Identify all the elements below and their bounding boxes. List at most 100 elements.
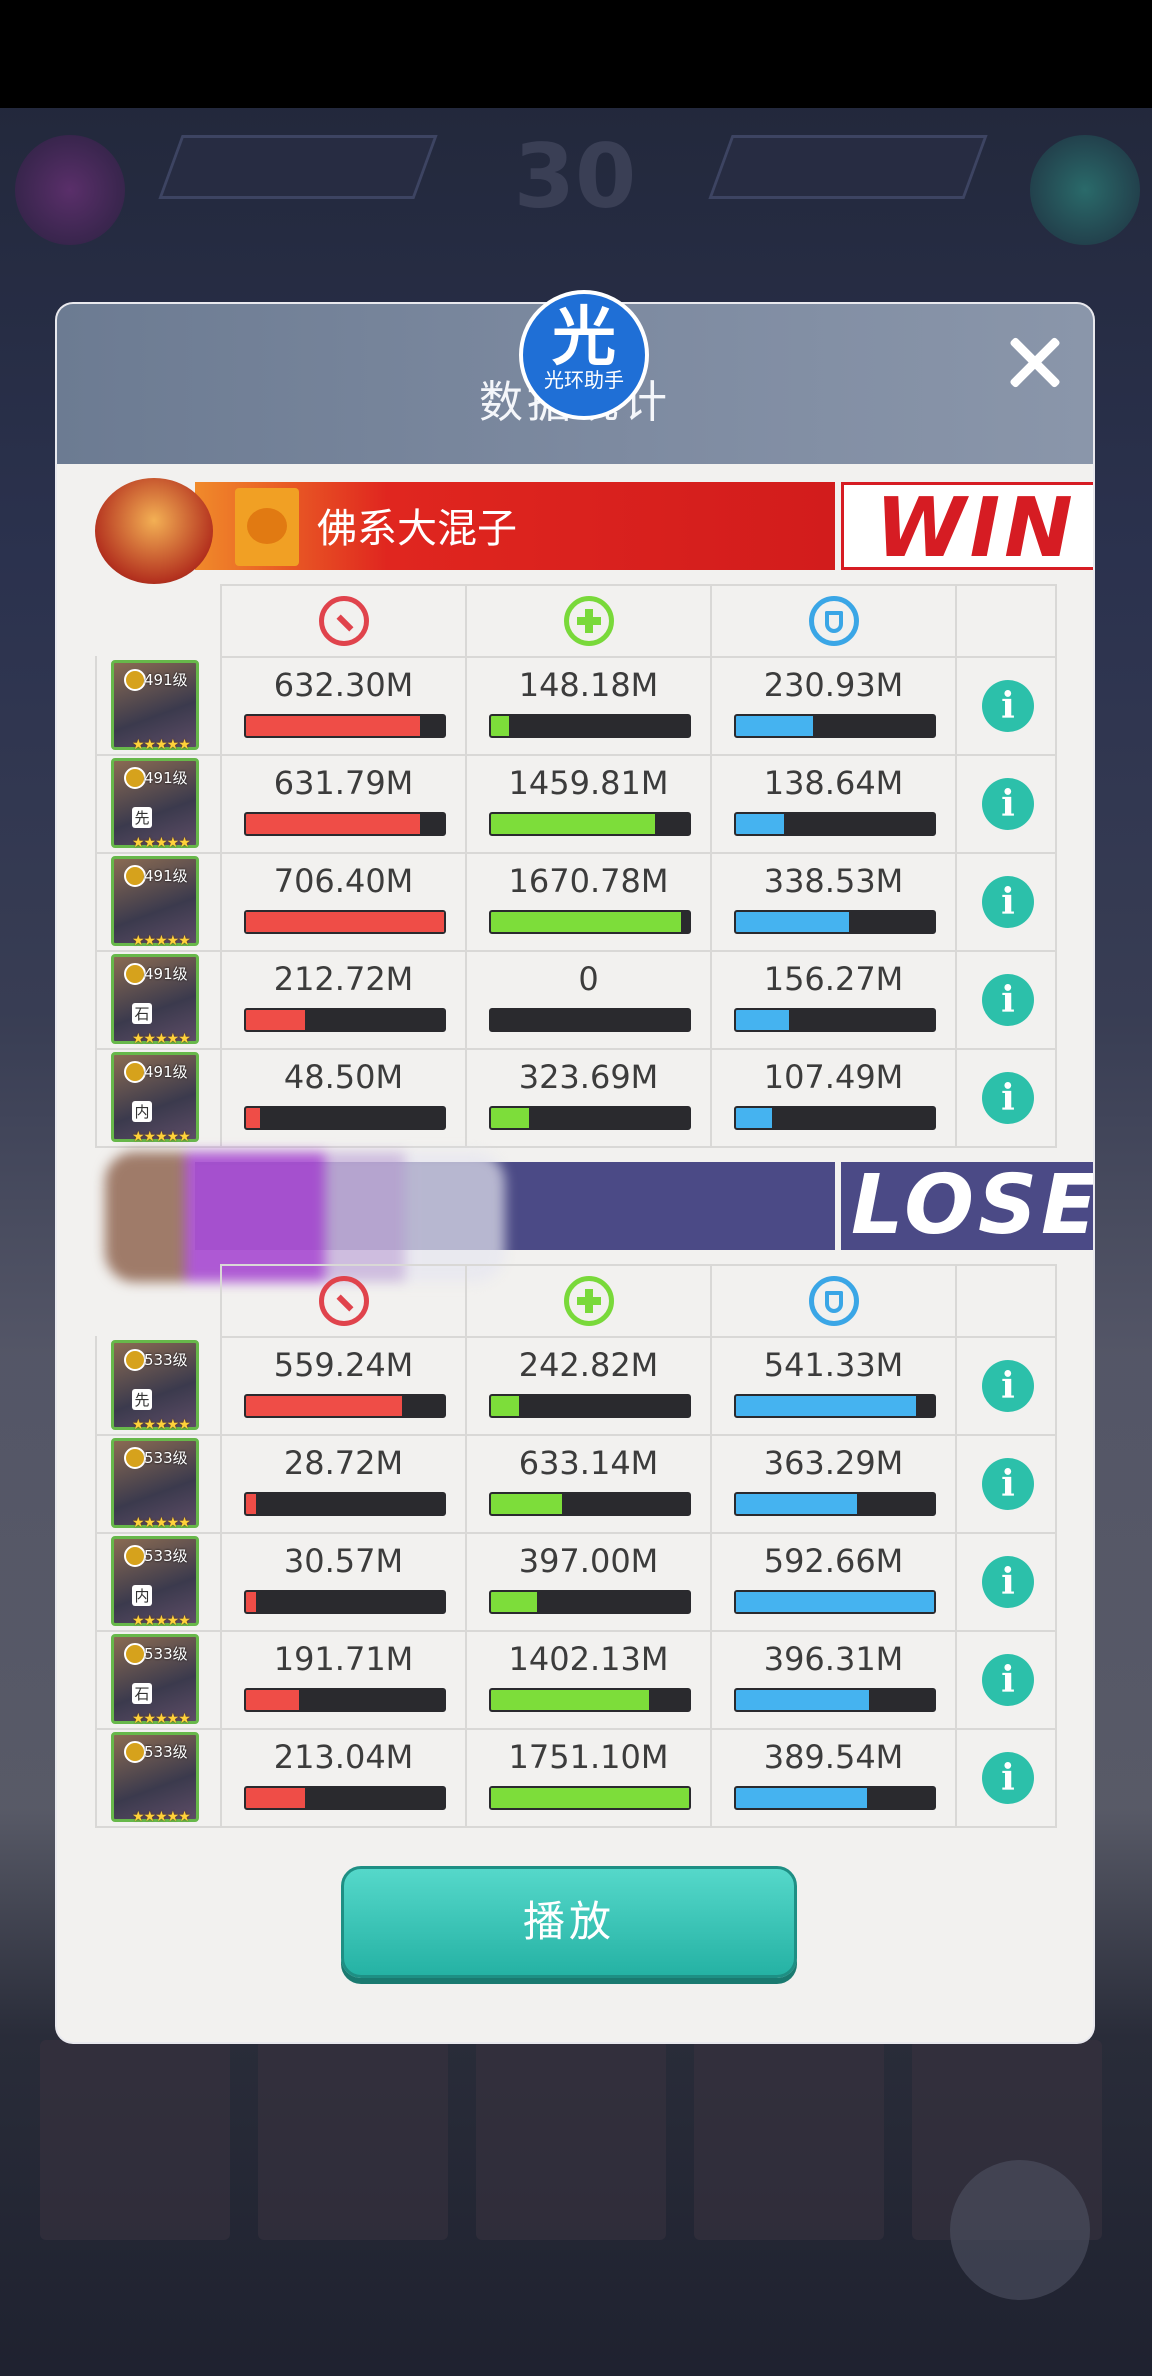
attack-bar-fill — [246, 1396, 403, 1416]
heal-value: 148.18M — [518, 666, 659, 704]
stats-header — [220, 584, 1057, 658]
hero-portrait[interactable]: 491级 石 ★★★★★ — [111, 954, 199, 1047]
info-cell: i — [955, 1728, 1057, 1826]
defense-value: 138.64M — [763, 764, 904, 802]
heal-bar-fill — [491, 1690, 650, 1710]
info-icon[interactable]: i — [982, 1752, 1034, 1804]
hero-level: 533级 — [144, 1645, 188, 1663]
info-cell: i — [955, 1532, 1057, 1630]
hero-class-icon — [124, 1741, 146, 1763]
attack-cell: 191.71M — [220, 1630, 465, 1728]
watermark-logo: 光 光环助手 — [519, 290, 649, 420]
hero-class-icon — [124, 1447, 146, 1469]
bg-stats-icon — [950, 2160, 1090, 2300]
bg-team-emblem-left — [15, 135, 125, 245]
heal-bar-fill — [491, 1108, 529, 1128]
hero-tag: 先 — [132, 807, 152, 828]
attack-value: 212.72M — [273, 960, 414, 998]
hero-level: 533级 — [144, 1449, 188, 1467]
hero-portrait[interactable]: 533级 石 ★★★★★ — [111, 1634, 199, 1727]
defense-cell: 592.66M — [710, 1532, 955, 1630]
info-icon[interactable]: i — [982, 1360, 1034, 1412]
attack-cell: 706.40M — [220, 852, 465, 950]
team-banner-win: 佛系大混子 WIN — [95, 478, 1093, 584]
attack-bar-fill — [246, 912, 444, 932]
info-icon[interactable]: i — [982, 876, 1034, 928]
defense-value: 338.53M — [763, 862, 904, 900]
hero-stars: ★★★★★ — [132, 1417, 191, 1433]
defense-bar-fill — [736, 716, 814, 736]
info-cell: i — [955, 656, 1057, 754]
heal-cell: 633.14M — [465, 1434, 710, 1532]
attack-bar — [244, 1688, 446, 1712]
hero-portrait[interactable]: 533级 ★★★★★ — [111, 1438, 199, 1531]
attack-cell: 213.04M — [220, 1728, 465, 1826]
info-icon[interactable]: i — [982, 974, 1034, 1026]
attack-cell: 212.72M — [220, 950, 465, 1048]
heal-value: 0 — [578, 960, 599, 998]
heal-cell: 1402.13M — [465, 1630, 710, 1728]
hero-portrait[interactable]: 491级 ★★★★★ — [111, 660, 199, 753]
hero-stars: ★★★★★ — [132, 1031, 191, 1047]
defense-cell: 389.54M — [710, 1728, 955, 1826]
close-icon[interactable] — [999, 326, 1071, 398]
play-button[interactable]: 播放 — [341, 1866, 797, 1978]
bg-card — [258, 2040, 448, 2240]
bg-name-left — [158, 135, 438, 199]
hero-level: 491级 — [144, 867, 188, 885]
table-row: 491级 石 ★★★★★ 212.72M 0 156.27M i — [95, 950, 1057, 1050]
info-icon[interactable]: i — [982, 1654, 1034, 1706]
info-icon[interactable]: i — [982, 1072, 1034, 1124]
hero-portrait[interactable]: 491级 内 ★★★★★ — [111, 1052, 199, 1145]
hero-tag: 内 — [132, 1585, 152, 1606]
shield-icon — [809, 1276, 859, 1326]
header-attack — [220, 586, 465, 656]
hero-portrait[interactable]: 533级 先 ★★★★★ — [111, 1340, 199, 1433]
attack-cell: 559.24M — [220, 1336, 465, 1434]
heal-bar-fill — [491, 912, 682, 932]
info-icon[interactable]: i — [982, 1556, 1034, 1608]
attack-bar-fill — [246, 1788, 306, 1808]
hero-portrait[interactable]: 533级 ★★★★★ — [111, 1732, 199, 1825]
hero-class-icon — [124, 1545, 146, 1567]
attack-bar — [244, 1008, 446, 1032]
hero-stars: ★★★★★ — [132, 933, 191, 949]
table-row: 533级 ★★★★★ 213.04M 1751.10M 389.54M i — [95, 1728, 1057, 1828]
table-row: 533级 内 ★★★★★ 30.57M 397.00M 592.66M i — [95, 1532, 1057, 1632]
watermark-glyph: 光 — [552, 301, 616, 375]
team-name: 佛系大混子 — [317, 506, 517, 552]
bg-card — [476, 2040, 666, 2240]
heal-value: 1459.81M — [508, 764, 669, 802]
hero-level: 491级 — [144, 1063, 188, 1081]
heal-bar — [489, 1688, 691, 1712]
info-icon[interactable]: i — [982, 778, 1034, 830]
hero-portrait[interactable]: 491级 ★★★★★ — [111, 856, 199, 949]
header-defense — [710, 586, 955, 656]
attack-value: 632.30M — [273, 666, 414, 704]
attack-bar-fill — [246, 1010, 306, 1030]
hero-class-icon — [124, 865, 146, 887]
hero-cell: 533级 ★★★★★ — [95, 1728, 220, 1826]
attack-bar — [244, 714, 446, 738]
info-icon[interactable]: i — [982, 680, 1034, 732]
info-cell: i — [955, 1434, 1057, 1532]
heal-bar-fill — [491, 814, 656, 834]
hero-portrait[interactable]: 533级 内 ★★★★★ — [111, 1536, 199, 1629]
info-icon[interactable]: i — [982, 1458, 1034, 1510]
status-bar — [0, 0, 1152, 108]
hero-cell: 533级 ★★★★★ — [95, 1434, 220, 1532]
attack-bar — [244, 1786, 446, 1810]
defense-bar — [734, 1008, 936, 1032]
hero-stars: ★★★★★ — [132, 737, 191, 753]
defense-bar-fill — [736, 814, 784, 834]
hero-stars: ★★★★★ — [132, 1515, 191, 1531]
attack-bar — [244, 910, 446, 934]
hero-class-icon — [124, 1061, 146, 1083]
hero-portrait[interactable]: 491级 先 ★★★★★ — [111, 758, 199, 851]
hero-tag: 石 — [132, 1003, 152, 1024]
stats-header — [220, 1264, 1057, 1338]
sword-icon — [319, 596, 369, 646]
attack-bar — [244, 1394, 446, 1418]
hero-cell: 491级 先 ★★★★★ — [95, 754, 220, 852]
hero-cell: 491级 ★★★★★ — [95, 852, 220, 950]
